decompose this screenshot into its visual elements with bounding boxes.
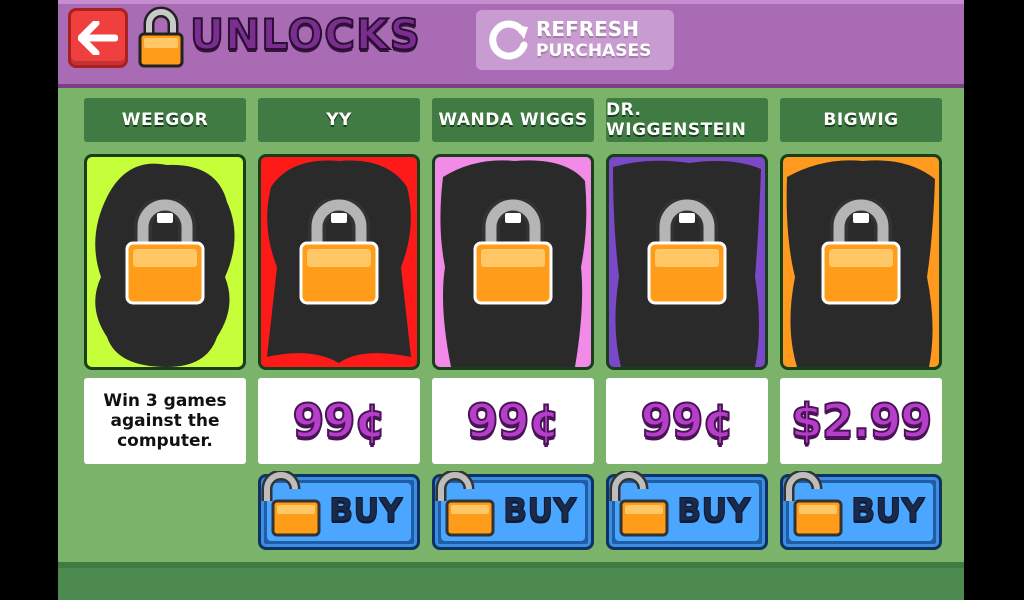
- buy-label: BUY: [503, 491, 578, 530]
- price-box: $2.99: [780, 378, 942, 464]
- back-arrow-icon: [78, 21, 118, 55]
- refresh-icon: [489, 20, 528, 60]
- character-name: BIGWIG: [780, 98, 942, 142]
- price-box: 99¢: [432, 378, 594, 464]
- open-lock-icon: [609, 471, 669, 537]
- character-card-wanda-wiggs: WANDA WIGGS 99¢ BUY: [432, 98, 594, 550]
- lock-icon: [299, 199, 379, 305]
- lock-icon: [821, 199, 901, 305]
- character-portrait[interactable]: [84, 154, 246, 370]
- open-lock-icon: [783, 471, 843, 537]
- lock-icon: [138, 6, 184, 68]
- refresh-label-line2: PURCHASES: [536, 41, 652, 61]
- price-box: 99¢: [258, 378, 420, 464]
- unlock-requirement-box: Win 3 games against the computer.: [84, 378, 246, 464]
- buy-button[interactable]: BUY: [606, 471, 768, 550]
- buy-label: BUY: [677, 491, 752, 530]
- character-name: DR. WIGGENSTEIN: [606, 98, 768, 142]
- character-portrait[interactable]: [606, 154, 768, 370]
- character-card-yy: YY 99¢ BUY: [258, 98, 420, 550]
- page-title: UNLOCKS: [189, 9, 421, 60]
- buy-label: BUY: [329, 491, 404, 530]
- character-portrait[interactable]: [258, 154, 420, 370]
- character-portrait[interactable]: [780, 154, 942, 370]
- header-bar: UNLOCKS REFRESH PURCHASES: [58, 0, 964, 88]
- character-card-bigwig: BIGWIG $2.99 BUY: [780, 98, 942, 550]
- price-label: $2.99: [790, 393, 934, 449]
- character-card-dr-wiggenstein: DR. WIGGENSTEIN 99¢ BUY: [606, 98, 768, 550]
- footer-bar: [58, 568, 964, 600]
- character-name: YY: [258, 98, 420, 142]
- character-portrait[interactable]: [432, 154, 594, 370]
- character-name: WANDA WIGGS: [432, 98, 594, 142]
- character-name: WEEGOR: [84, 98, 246, 142]
- header-highlight: [58, 0, 964, 4]
- unlocks-screen: UNLOCKS REFRESH PURCHASES WEEGOR Win 3 g…: [58, 0, 964, 600]
- price-label: 99¢: [639, 393, 735, 449]
- refresh-label-line1: REFRESH: [536, 17, 639, 41]
- back-button[interactable]: [68, 8, 128, 68]
- price-label: 99¢: [465, 393, 561, 449]
- lock-icon: [125, 199, 205, 305]
- price-label: 99¢: [291, 393, 387, 449]
- price-box: 99¢: [606, 378, 768, 464]
- buy-label: BUY: [851, 491, 926, 530]
- refresh-purchases-button[interactable]: REFRESH PURCHASES: [476, 10, 674, 70]
- open-lock-icon: [261, 471, 321, 537]
- buy-button[interactable]: BUY: [258, 471, 420, 550]
- buy-button[interactable]: BUY: [432, 471, 594, 550]
- unlock-requirement-text: Win 3 games against the computer.: [103, 391, 227, 451]
- lock-icon: [473, 199, 553, 305]
- buy-button[interactable]: BUY: [780, 471, 942, 550]
- character-card-weegor: WEEGOR Win 3 games against the computer.: [84, 98, 246, 464]
- lock-icon: [647, 199, 727, 305]
- open-lock-icon: [435, 471, 495, 537]
